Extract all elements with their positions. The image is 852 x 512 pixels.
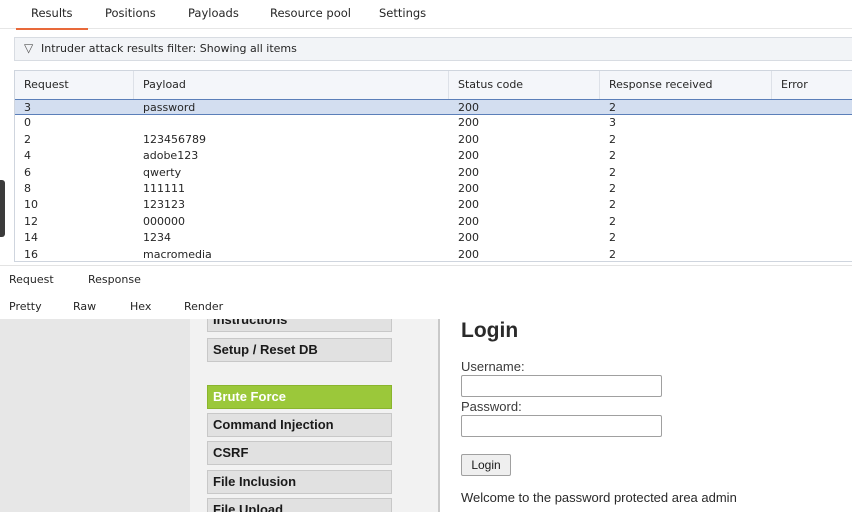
cell-status-code: 200 xyxy=(458,198,479,212)
cell-payload: 123123 xyxy=(143,198,185,212)
cell-status-code: 200 xyxy=(458,149,479,163)
table-row[interactable]: 4 adobe123 200 2 xyxy=(15,148,852,164)
cell-request: 14 xyxy=(24,231,38,245)
cell-request: 16 xyxy=(24,247,38,261)
cell-response-received: 2 xyxy=(609,182,616,195)
rendered-response: Instructions Setup / Reset DB Brute Forc… xyxy=(0,319,852,512)
cell-response-received: 2 xyxy=(609,101,616,114)
cell-request: 2 xyxy=(24,132,31,146)
login-success-message: Welcome to the password protected area a… xyxy=(461,490,737,505)
table-row[interactable]: 12 000000 200 2 xyxy=(15,214,852,230)
column-header-status-code[interactable]: Status code xyxy=(449,71,600,99)
password-label: Password: xyxy=(461,399,522,414)
panel-resize-handle[interactable] xyxy=(0,180,5,237)
table-row[interactable]: 16 macromedia 200 2 xyxy=(15,247,852,261)
cell-response-received: 2 xyxy=(609,214,616,228)
cell-payload: 123456789 xyxy=(143,132,206,146)
menu-item-csrf[interactable]: CSRF xyxy=(207,441,392,465)
cell-status-code: 200 xyxy=(458,165,479,179)
username-label: Username: xyxy=(461,359,525,374)
column-header-response-received[interactable]: Response received xyxy=(600,71,772,99)
menu-item-instructions[interactable]: Instructions xyxy=(207,319,392,332)
message-tabs: Request Response xyxy=(0,265,852,293)
page-margin xyxy=(0,319,190,512)
menu-item-setup-reset-db[interactable]: Setup / Reset DB xyxy=(207,338,392,362)
cell-request: 10 xyxy=(24,198,38,212)
cell-request: 3 xyxy=(24,101,31,114)
table-row[interactable]: 6 qwerty 200 2 xyxy=(15,165,852,181)
column-header-error[interactable]: Error xyxy=(772,71,852,99)
login-button[interactable]: Login xyxy=(461,454,511,476)
cell-payload: 000000 xyxy=(143,214,185,228)
filter-text: Intruder attack results filter: Showing … xyxy=(41,42,297,55)
tab-payloads[interactable]: Payloads xyxy=(188,6,239,20)
column-header-payload[interactable]: Payload xyxy=(134,71,449,99)
cell-status-code: 200 xyxy=(458,101,479,114)
cell-response-received: 2 xyxy=(609,198,616,212)
table-row[interactable]: 14 1234 200 2 xyxy=(15,230,852,246)
cell-response-received: 2 xyxy=(609,165,616,179)
cell-request: 12 xyxy=(24,214,38,228)
menu-item-file-upload[interactable]: File Upload xyxy=(207,498,392,512)
tab-positions[interactable]: Positions xyxy=(105,6,156,20)
menu-item-file-inclusion[interactable]: File Inclusion xyxy=(207,470,392,494)
table-row[interactable]: 3 password 200 2 xyxy=(15,99,852,116)
cell-response-received: 2 xyxy=(609,132,616,146)
cell-status-code: 200 xyxy=(458,247,479,261)
cell-request: 6 xyxy=(24,165,31,179)
login-heading: Login xyxy=(461,319,519,342)
cell-status-code: 200 xyxy=(458,132,479,146)
column-header-request[interactable]: Request xyxy=(15,71,134,99)
table-row[interactable]: 8 111111 200 2 xyxy=(15,181,852,197)
cell-response-received: 2 xyxy=(609,231,616,245)
table-row[interactable]: 0 200 3 xyxy=(15,115,852,131)
tab-raw[interactable]: Raw xyxy=(73,300,96,313)
cell-response-received: 3 xyxy=(609,116,616,130)
results-filter-bar[interactable]: ▽ Intruder attack results filter: Showin… xyxy=(14,37,852,61)
menu-item-command-injection[interactable]: Command Injection xyxy=(207,413,392,437)
cell-status-code: 200 xyxy=(458,214,479,228)
filter-icon: ▽ xyxy=(24,41,34,55)
cell-response-received: 2 xyxy=(609,149,616,163)
cell-payload: 111111 xyxy=(143,182,185,195)
results-table: Request Payload Status code Response rec… xyxy=(14,70,852,262)
tab-hex[interactable]: Hex xyxy=(130,300,151,313)
tab-response[interactable]: Response xyxy=(72,273,157,293)
cell-status-code: 200 xyxy=(458,116,479,130)
cell-status-code: 200 xyxy=(458,182,479,195)
tab-settings[interactable]: Settings xyxy=(379,6,426,20)
tab-results[interactable]: Results xyxy=(16,6,87,30)
cell-request: 4 xyxy=(24,149,31,163)
password-input[interactable] xyxy=(461,415,662,437)
cell-payload: macromedia xyxy=(143,247,212,261)
tab-resource-pool[interactable]: Resource pool xyxy=(270,6,351,20)
table-row[interactable]: 2 123456789 200 2 xyxy=(15,132,852,148)
view-tabs: Pretty Raw Hex Render xyxy=(0,291,852,321)
username-input[interactable] xyxy=(461,375,662,397)
tab-request[interactable]: Request xyxy=(9,273,54,286)
cell-payload: adobe123 xyxy=(143,149,199,163)
cell-request: 0 xyxy=(24,116,31,130)
cell-request: 8 xyxy=(24,182,31,195)
tab-pretty[interactable]: Pretty xyxy=(9,300,42,313)
content-divider xyxy=(438,319,440,512)
cell-payload: password xyxy=(143,101,196,114)
cell-response-received: 2 xyxy=(609,247,616,261)
tab-render[interactable]: Render xyxy=(167,300,240,321)
cell-payload: qwerty xyxy=(143,165,182,179)
table-row[interactable]: 10 123123 200 2 xyxy=(15,197,852,213)
cell-status-code: 200 xyxy=(458,231,479,245)
menu-item-brute-force[interactable]: Brute Force xyxy=(207,385,392,409)
table-header: Request Payload Status code Response rec… xyxy=(15,71,852,100)
cell-payload: 1234 xyxy=(143,231,171,245)
intruder-tabs: Results Positions Payloads Resource pool… xyxy=(0,0,852,30)
